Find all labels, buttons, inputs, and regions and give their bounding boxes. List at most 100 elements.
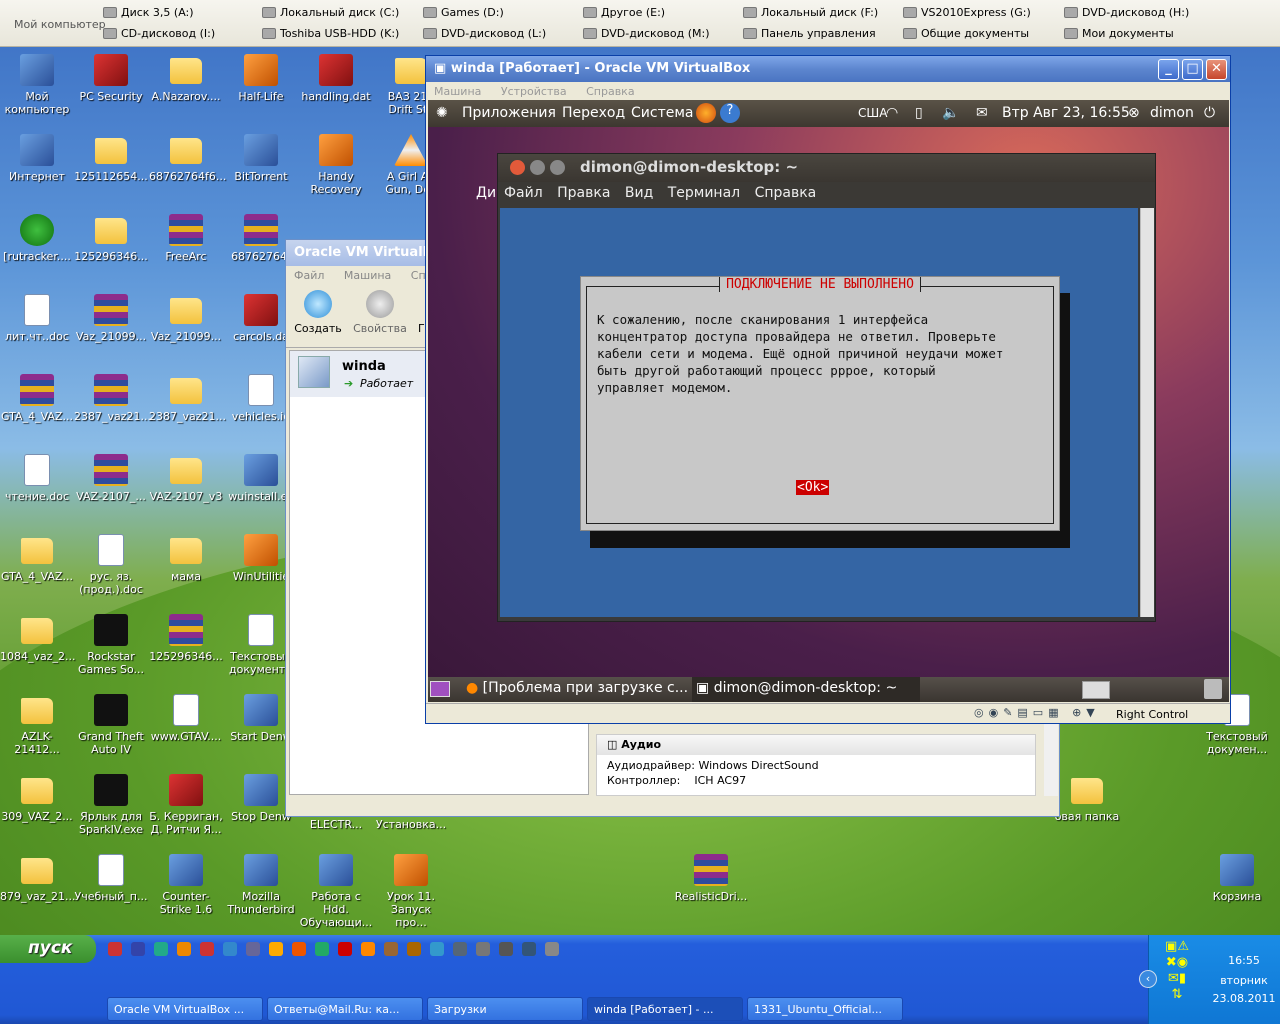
desktop-icon[interactable]: Vaz_21099... (74, 294, 148, 343)
user-name[interactable]: dimon (1150, 105, 1194, 121)
quick-launch-icon[interactable] (246, 942, 260, 956)
desktop-icon[interactable]: Установка... (374, 818, 448, 831)
desktop-icon[interactable]: Mozilla Thunderbird (224, 854, 298, 916)
vm-titlebar[interactable]: ▣ winda [Работает] - Oracle VM VirtualBo… (426, 56, 1230, 82)
places-menu[interactable]: Переход (562, 105, 625, 121)
drive-link[interactable]: Панель управления (743, 27, 876, 40)
term-menu-edit[interactable]: Правка (557, 185, 610, 201)
desktop-icon[interactable]: Grand Theft Auto IV (74, 694, 148, 756)
close-button[interactable]: ✕ (1206, 59, 1227, 80)
desktop-icon[interactable]: 68762764f6... (149, 134, 226, 183)
desktop-icon[interactable]: Ярлык для SparkIV.exe (74, 774, 148, 836)
drive-link[interactable]: Мои документы (1064, 27, 1174, 40)
drive-link[interactable]: Toshiba USB-HDD (K:) (262, 27, 399, 40)
drive-link[interactable]: Локальный диск (F:) (743, 6, 878, 19)
quick-launch-icon[interactable] (108, 942, 122, 956)
desktop-icon[interactable]: 2387_vaz21... (149, 374, 226, 423)
desktop-icon[interactable]: Б. Керриган, Д. Ритчи Я... (149, 774, 223, 836)
quick-launch-icon[interactable] (430, 942, 444, 956)
desktop-icon[interactable]: Handy Recovery (299, 134, 373, 196)
desktop-icon[interactable]: GTA_4_VAZ... (0, 374, 74, 423)
term-menu-help[interactable]: Справка (755, 185, 817, 201)
menu-file[interactable]: Файл (294, 269, 324, 282)
volume-icon[interactable]: 🔈 (942, 105, 959, 121)
quick-launch-icon[interactable] (200, 942, 214, 956)
drive-link[interactable]: DVD-дисковод (H:) (1064, 6, 1189, 19)
desktop-icon[interactable]: 309_VAZ_2... (0, 774, 74, 823)
quick-launch-icon[interactable] (361, 942, 375, 956)
keyboard-layout[interactable]: США (858, 106, 887, 120)
ok-button[interactable]: <Ok> (796, 480, 830, 495)
quick-launch-icon[interactable] (522, 942, 536, 956)
desktop-icon[interactable]: RealisticDri... (674, 854, 748, 903)
desktop-icon[interactable]: Учебный_п... (74, 854, 148, 903)
desktop-icon[interactable]: handling.dat (299, 54, 373, 103)
desktop-icon[interactable]: Vaz_21099... (149, 294, 223, 343)
create-button[interactable]: Создать (294, 290, 342, 335)
power-icon[interactable]: ⏻ (1204, 105, 1215, 121)
desktop-icon[interactable]: 125296346... (149, 614, 223, 663)
desktop-icon[interactable]: 2387_vaz21... (74, 374, 151, 423)
show-desktop-icon[interactable] (430, 681, 450, 697)
quick-launch-icon[interactable] (223, 942, 237, 956)
desktop-icon[interactable]: 125112654... (74, 134, 148, 183)
task-mail-answers[interactable]: Ответы@Mail.Ru: ка... (267, 997, 423, 1021)
term-maximize-button[interactable] (550, 160, 565, 175)
drive-link[interactable]: CD-дисковод (I:) (103, 27, 215, 40)
desktop-icon[interactable]: VAZ-2107_v3 (149, 454, 223, 503)
quick-launch-icon[interactable] (177, 942, 191, 956)
desktop-icon[interactable]: VAZ-2107_... (74, 454, 148, 503)
vm-menu-help[interactable]: Справка (586, 85, 634, 98)
desktop-icon[interactable]: A.Nazarov.... (149, 54, 223, 103)
maximize-button[interactable]: □ (1182, 59, 1203, 80)
desktop-icon[interactable]: овая папка (1050, 774, 1124, 823)
quick-launch-icon[interactable] (292, 942, 306, 956)
drive-link[interactable]: VS2010Express (G:) (903, 6, 1031, 19)
quick-launch-icon[interactable] (476, 942, 490, 956)
desktop-icon[interactable]: рус. яз. (прод.).doc (74, 534, 148, 596)
desktop-icon[interactable]: чтение.doc (0, 454, 74, 503)
tray-time[interactable]: 16:55 (1209, 954, 1279, 967)
quick-launch-icon[interactable] (131, 942, 145, 956)
start-button[interactable]: пуск (0, 935, 96, 963)
desktop-icon[interactable]: ELECTR... (299, 818, 373, 831)
terminal-body[interactable]: ПОДКЛЮЧЕНИЕ НЕ ВЫПОЛНЕНО К сожалению, по… (500, 208, 1138, 617)
desktop-icon[interactable]: Rockstar Games So... (74, 614, 148, 676)
minimize-button[interactable]: _ (1158, 59, 1179, 80)
term-menu-terminal[interactable]: Терминал (668, 185, 740, 201)
details-scrollbar[interactable] (1044, 720, 1058, 796)
properties-button[interactable]: Свойства (352, 290, 408, 335)
desktop-icon[interactable]: Мой компьютер (0, 54, 74, 116)
ub-task-firefox[interactable]: ● [Проблема при загрузке с... (466, 680, 688, 696)
desktop-icon[interactable]: BitTorrent (224, 134, 298, 183)
desktop-icon[interactable]: 125296346... (74, 214, 148, 263)
quick-launch-icon[interactable] (407, 942, 421, 956)
desktop-icon[interactable]: 879_vaz_21... (0, 854, 76, 903)
ub-task-terminal[interactable]: ▣ dimon@dimon-desktop: ~ (692, 677, 920, 702)
applications-menu[interactable]: Приложения (462, 105, 556, 121)
system-menu[interactable]: Система (631, 105, 693, 121)
desktop-icon[interactable]: [rutracker.... (0, 214, 74, 263)
terminal-scrollbar[interactable] (1140, 208, 1154, 617)
drive-link[interactable]: Локальный диск (C:) (262, 6, 399, 19)
mail-icon[interactable]: ✉ (976, 105, 988, 121)
workspace-switcher[interactable] (1082, 681, 1110, 699)
drive-link[interactable]: Games (D:) (423, 6, 504, 19)
drive-link[interactable]: Другое (E:) (583, 6, 665, 19)
quick-launch-icon[interactable] (453, 942, 467, 956)
desktop-icon[interactable]: AZLK-21412... (0, 694, 74, 756)
desktop-icon[interactable]: Урок 11. Запуск про... (374, 854, 448, 929)
term-close-button[interactable] (510, 160, 525, 175)
desktop-icon[interactable]: 1084_vaz_2... (0, 614, 76, 663)
network-icon[interactable]: ◠ (886, 105, 898, 121)
desktop-icon[interactable]: FreeArc (149, 214, 223, 263)
term-menu-file[interactable]: Файл (504, 185, 543, 201)
desktop-icon[interactable]: Counter-Strike 1.6 (149, 854, 223, 916)
quick-launch-icon[interactable] (154, 942, 168, 956)
task-vm-window[interactable]: winda [Работает] - ... (587, 997, 743, 1021)
quick-launch-icon[interactable] (315, 942, 329, 956)
trash-icon[interactable] (1204, 679, 1222, 699)
desktop-icon[interactable]: Работа с Hdd. Обучающи... (299, 854, 373, 929)
panel-clock[interactable]: Втр Авг 23, 16:55 (1002, 105, 1130, 121)
tray-expand-button[interactable]: ‹ (1139, 970, 1157, 988)
